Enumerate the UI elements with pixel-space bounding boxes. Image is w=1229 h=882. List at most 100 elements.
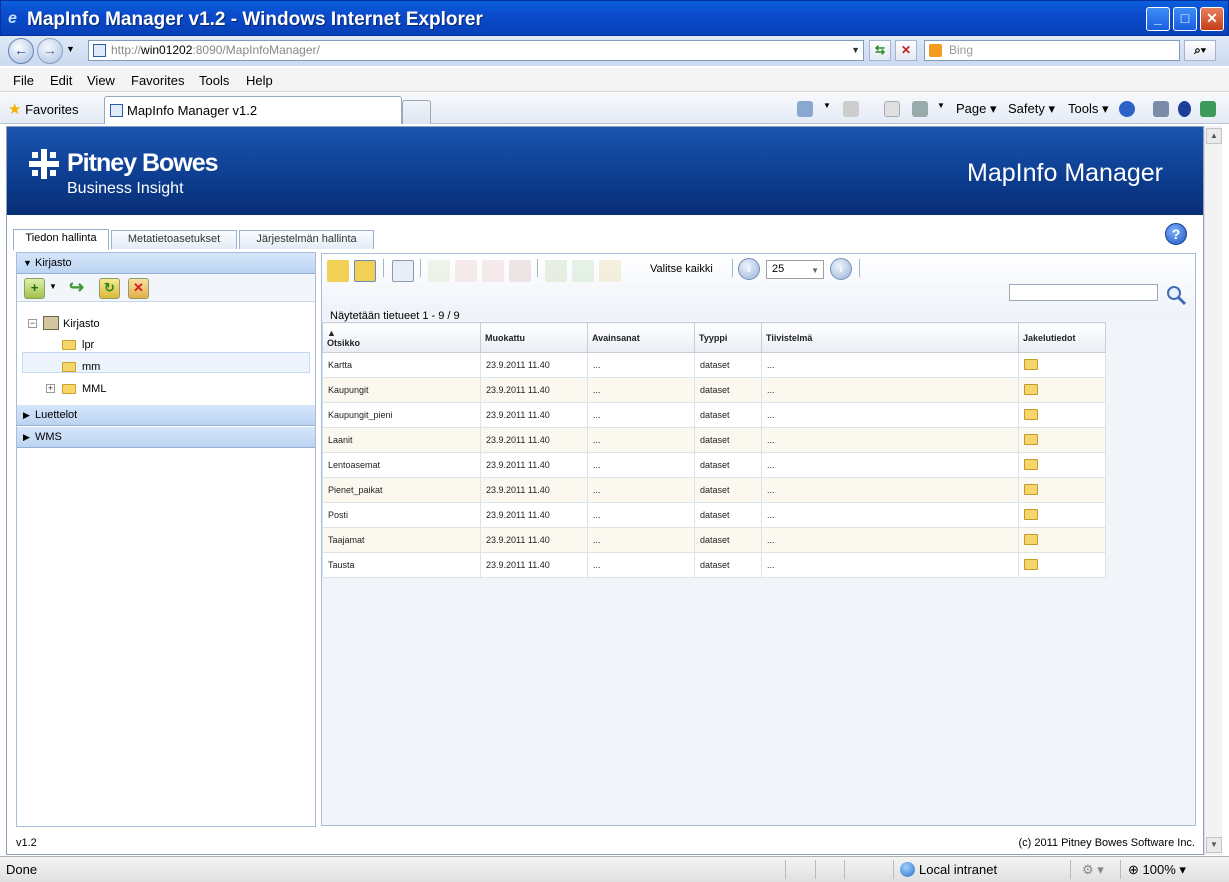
research-icon[interactable] [1153, 101, 1169, 117]
safety-menu[interactable]: Safety ▾ [1008, 101, 1055, 117]
next-page-button[interactable]: › [830, 258, 852, 280]
recent-pages-dropdown-icon[interactable]: ▼ [66, 44, 75, 54]
back-button[interactable]: ← [8, 38, 34, 64]
tab-jarjestelman-hallinta[interactable]: Järjestelmän hallinta [239, 230, 374, 249]
search-icon[interactable] [1165, 284, 1187, 306]
tools-menu[interactable]: Tools ▾ [1068, 101, 1109, 117]
link-icon[interactable] [509, 260, 531, 282]
tree-item-lpr[interactable]: lpr [82, 339, 94, 351]
new-document-icon[interactable] [392, 260, 414, 282]
menu-file[interactable]: File [13, 73, 34, 88]
folder-icon[interactable] [1024, 433, 1038, 445]
grid-search-input[interactable] [1009, 284, 1158, 301]
tree-root-label[interactable]: Kirjasto [63, 318, 100, 330]
folder-icon[interactable] [1024, 558, 1038, 570]
menu-favorites[interactable]: Favorites [131, 73, 184, 88]
bluetooth-icon[interactable] [1178, 101, 1191, 117]
add-dropdown-icon[interactable]: ▼ [49, 282, 57, 291]
print-icon[interactable] [912, 101, 928, 117]
folder-selected-icon[interactable] [354, 260, 376, 282]
scroll-down-icon[interactable]: ▼ [1206, 837, 1222, 853]
zoom-control[interactable]: ⊕ 100% ▾ [1128, 862, 1186, 878]
menu-edit[interactable]: Edit [50, 73, 72, 88]
print-dropdown-icon[interactable]: ▼ [937, 101, 945, 110]
help-button[interactable]: ? [1165, 223, 1187, 245]
scroll-up-icon[interactable]: ▲ [1206, 128, 1222, 144]
table-row[interactable]: Pienet_paikat 23.9.2011 11.40... dataset..… [322, 477, 1106, 503]
stop-button[interactable]: ✕ [895, 40, 917, 61]
search-button[interactable]: ⌕▾ [1184, 40, 1216, 61]
maximize-button[interactable]: □ [1173, 7, 1197, 31]
folder-icon[interactable] [1024, 483, 1038, 495]
folder-icon[interactable] [1024, 358, 1038, 370]
table-row[interactable]: Kaupungit 23.9.2011 11.40... dataset... [322, 377, 1106, 403]
folder-icon[interactable] [1024, 533, 1038, 545]
table-row[interactable]: Posti 23.9.2011 11.40... dataset... [322, 502, 1106, 528]
new-tab-button[interactable] [402, 100, 431, 124]
refresh-button[interactable]: ⇆ [869, 40, 891, 61]
help-icon[interactable] [1119, 101, 1135, 117]
folder-icon[interactable] [1024, 408, 1038, 420]
column-header-avainsanat[interactable]: Avainsanat [587, 322, 695, 353]
address-dropdown-icon[interactable]: ▼ [851, 41, 860, 60]
menu-tools[interactable]: Tools [199, 73, 229, 88]
feeds-icon[interactable] [843, 101, 859, 117]
address-bar[interactable]: http://win01202:8090/MapInfoManager/ ▼ [88, 40, 864, 61]
edit-document-icon[interactable] [428, 260, 450, 282]
document-icon[interactable] [455, 260, 477, 282]
open-folder-icon[interactable] [327, 260, 349, 282]
move-icon[interactable]: ↪ [66, 278, 87, 299]
table-row[interactable]: Tausta 23.9.2011 11.40... dataset... [322, 552, 1106, 578]
table-row[interactable]: Kartta 23.9.2011 11.40... dataset... [322, 352, 1106, 378]
column-header-tyyppi[interactable]: Tyyppi [694, 322, 762, 353]
close-button[interactable]: ✕ [1200, 7, 1224, 31]
browser-tab[interactable]: MapInfo Manager v1.2 [104, 96, 402, 124]
minimize-button[interactable]: _ [1146, 7, 1170, 31]
security-zone[interactable]: Local intranet [919, 862, 997, 877]
home-dropdown-icon[interactable]: ▼ [823, 101, 831, 110]
table-row[interactable]: Laanit 23.9.2011 11.40... dataset... [322, 427, 1106, 453]
column-header-otsikko[interactable]: ▲ Otsikko [322, 322, 481, 353]
table-row[interactable]: Taajamat 23.9.2011 11.40... dataset... [322, 527, 1106, 553]
messenger-icon[interactable] [1200, 101, 1216, 117]
select-all-button[interactable]: Valitse kaikki [650, 263, 713, 275]
column-header-muokattu[interactable]: Muokattu [480, 322, 588, 353]
collapse-icon[interactable]: − [28, 319, 37, 328]
column-header-tiivistelma[interactable]: Tiivistelmä [761, 322, 1019, 353]
accordion-wms[interactable]: ▶ WMS [17, 427, 315, 448]
previous-page-button[interactable]: ‹ [738, 258, 760, 280]
tab-tiedon-hallinta[interactable]: Tiedon hallinta [13, 229, 109, 250]
transfer-icon[interactable] [572, 260, 594, 282]
add-button[interactable]: + [24, 278, 45, 299]
browser-tab-title: MapInfo Manager v1.2 [127, 103, 258, 118]
export-icon[interactable] [599, 260, 621, 282]
tree-item-mml[interactable]: MML [82, 383, 106, 395]
folder-icon[interactable] [1024, 508, 1038, 520]
delete-document-icon[interactable] [482, 260, 504, 282]
menu-help[interactable]: Help [246, 73, 273, 88]
search-input[interactable]: Bing [924, 40, 1180, 61]
column-header-jakelutiedot[interactable]: Jakelutiedot [1018, 322, 1106, 353]
home-icon[interactable] [797, 101, 813, 117]
folder-icon[interactable] [1024, 383, 1038, 395]
expand-icon[interactable]: + [46, 384, 55, 393]
mail-icon[interactable] [884, 101, 900, 117]
protected-mode-icon[interactable]: ⚙ ▾ [1082, 862, 1104, 878]
accordion-luettelot[interactable]: ▶ Luettelot [17, 405, 315, 426]
table-row[interactable]: Kaupungit_pieni 23.9.2011 11.40... dataset… [322, 402, 1106, 428]
favorites-button[interactable]: ★ Favorites [8, 100, 79, 118]
page-menu[interactable]: Page ▾ [956, 101, 997, 117]
accordion-label: Luettelot [35, 409, 78, 421]
menu-view[interactable]: View [87, 73, 115, 88]
tab-metatietoasetukset[interactable]: Metatietoasetukset [111, 230, 237, 249]
folder-icon[interactable] [1024, 458, 1038, 470]
refresh-icon[interactable]: ↻ [99, 278, 120, 299]
forward-button[interactable]: → [37, 38, 63, 64]
tree-item-mm[interactable]: mm [82, 361, 100, 373]
publish-icon[interactable] [545, 260, 567, 282]
vertical-scrollbar[interactable]: ▲ ▼ [1204, 126, 1222, 855]
page-size-select[interactable]: 25 ▼ [766, 260, 824, 279]
table-row[interactable]: Lentoasemat 23.9.2011 11.40... dataset... [322, 452, 1106, 478]
delete-icon[interactable]: ✕ [128, 278, 149, 299]
accordion-kirjasto[interactable]: ▼ Kirjasto [17, 253, 315, 274]
